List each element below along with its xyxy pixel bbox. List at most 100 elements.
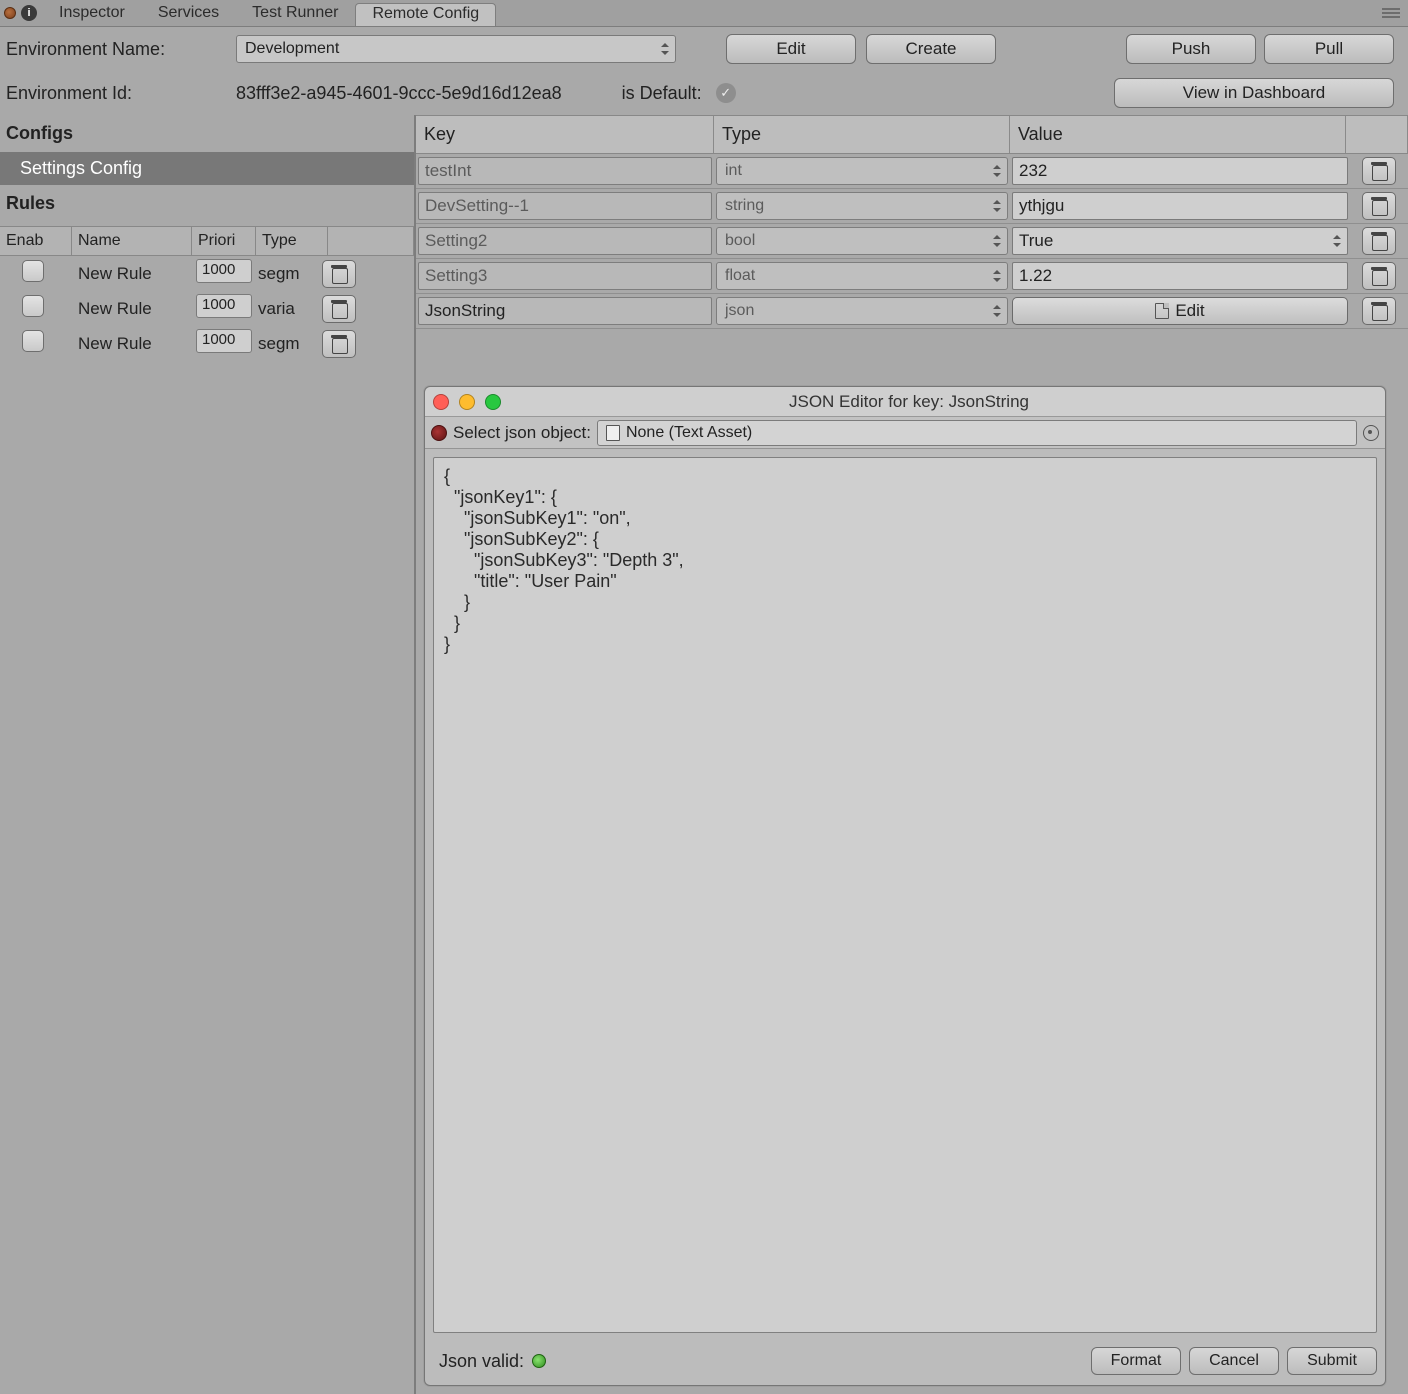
setting-type-dropdown[interactable]: string — [716, 192, 1008, 220]
trash-icon — [331, 335, 347, 353]
setting-value-field[interactable]: ythjgu — [1012, 192, 1348, 220]
push-button[interactable]: Push — [1126, 34, 1256, 64]
rule-name: New Rule — [72, 299, 190, 319]
col-type[interactable]: Type — [714, 116, 1010, 153]
rules-header: Rules — [0, 185, 414, 222]
rule-priority-field[interactable]: 1000 — [196, 259, 252, 283]
rule-row[interactable]: New Rule 1000 varia — [0, 291, 414, 326]
trash-icon — [1371, 162, 1387, 180]
format-button[interactable]: Format — [1091, 1347, 1181, 1375]
col-enab[interactable]: Enab — [0, 227, 72, 255]
text-asset-field[interactable]: None (Text Asset) — [597, 420, 1357, 446]
info-icon: i — [21, 5, 37, 21]
setting-row: Setting2 bool True — [416, 224, 1408, 259]
env-default-label: is Default: — [622, 83, 702, 104]
json-editor-titlebar[interactable]: JSON Editor for key: JsonString — [425, 387, 1385, 417]
text-asset-icon — [606, 425, 620, 441]
setting-type-dropdown[interactable]: int — [716, 157, 1008, 185]
col-value[interactable]: Value — [1010, 116, 1346, 153]
object-picker-icon[interactable] — [1363, 425, 1379, 441]
env-name-label: Environment Name: — [6, 39, 226, 60]
tab-services[interactable]: Services — [142, 1, 236, 25]
trash-icon — [1371, 197, 1387, 215]
rule-enabled-checkbox[interactable] — [22, 330, 44, 352]
col-name[interactable]: Name — [72, 227, 192, 255]
setting-delete-button[interactable] — [1362, 262, 1396, 290]
tab-remote-config[interactable]: Remote Config — [355, 3, 496, 26]
tab-test-runner[interactable]: Test Runner — [236, 1, 355, 25]
setting-type-dropdown[interactable]: float — [716, 262, 1008, 290]
trash-icon — [1371, 302, 1387, 320]
configs-header: Configs — [0, 115, 414, 152]
trash-icon — [331, 300, 347, 318]
setting-delete-button[interactable] — [1362, 227, 1396, 255]
rule-name: New Rule — [72, 264, 190, 284]
cancel-button[interactable]: Cancel — [1189, 1347, 1279, 1375]
json-textarea[interactable]: { "jsonKey1": { "jsonSubKey1": "on", "js… — [433, 457, 1377, 1333]
setting-delete-button[interactable] — [1362, 297, 1396, 325]
panel-menu-icon[interactable] — [1382, 8, 1400, 18]
setting-edit-json-button[interactable]: Edit — [1012, 297, 1348, 325]
rule-type: segm — [252, 334, 316, 354]
setting-key-field[interactable]: JsonString — [418, 297, 712, 325]
setting-value-field[interactable]: 232 — [1012, 157, 1348, 185]
rule-delete-button[interactable] — [322, 260, 356, 288]
rule-delete-button[interactable] — [322, 330, 356, 358]
setting-type-dropdown[interactable]: bool — [716, 227, 1008, 255]
setting-key-field[interactable]: testInt — [418, 157, 712, 185]
setting-key-field[interactable]: DevSetting--1 — [418, 192, 712, 220]
col-type[interactable]: Type — [256, 227, 328, 255]
tab-status-dot — [4, 7, 16, 19]
json-editor-window: JSON Editor for key: JsonString Select j… — [424, 386, 1386, 1386]
settings-head: Key Type Value — [416, 115, 1408, 154]
setting-key-field[interactable]: Setting3 — [418, 262, 712, 290]
rule-type: varia — [252, 299, 316, 319]
rule-enabled-checkbox[interactable] — [22, 260, 44, 282]
config-item-settings[interactable]: Settings Config — [0, 152, 414, 185]
rules-head: Enab Name Priori Type — [0, 226, 414, 256]
env-id-value: 83fff3e2-a945-4601-9ccc-5e9d16d12ea8 — [236, 83, 562, 104]
setting-row: JsonString json Edit — [416, 294, 1408, 329]
trash-icon — [331, 265, 347, 283]
env-name-dropdown[interactable]: Development — [236, 35, 676, 63]
create-button[interactable]: Create — [866, 34, 996, 64]
editor-tabstrip: i Inspector Services Test Runner Remote … — [0, 0, 1408, 27]
setting-delete-button[interactable] — [1362, 157, 1396, 185]
col-priority[interactable]: Priori — [192, 227, 256, 255]
setting-edit-json-label: Edit — [1175, 301, 1204, 321]
rule-priority-field[interactable]: 1000 — [196, 294, 252, 318]
setting-row: DevSetting--1 string ythjgu — [416, 189, 1408, 224]
pull-button[interactable]: Pull — [1264, 34, 1394, 64]
document-icon — [1155, 303, 1169, 319]
record-icon — [431, 425, 447, 441]
env-id-label: Environment Id: — [6, 83, 226, 104]
tab-inspector[interactable]: Inspector — [43, 1, 142, 25]
env-name-value: Development — [245, 40, 339, 58]
env-id-row: Environment Id: 83fff3e2-a945-4601-9ccc-… — [0, 71, 1408, 115]
rule-priority-field[interactable]: 1000 — [196, 329, 252, 353]
setting-key-field[interactable]: Setting2 — [418, 227, 712, 255]
rule-type: segm — [252, 264, 316, 284]
setting-type-dropdown[interactable]: json — [716, 297, 1008, 325]
window-zoom-icon[interactable] — [485, 394, 501, 410]
setting-row: testInt int 232 — [416, 154, 1408, 189]
rule-delete-button[interactable] — [322, 295, 356, 323]
setting-delete-button[interactable] — [1362, 192, 1396, 220]
trash-icon — [1371, 232, 1387, 250]
rule-row[interactable]: New Rule 1000 segm — [0, 256, 414, 291]
check-icon: ✓ — [716, 83, 736, 103]
json-valid-label: Json valid: — [439, 1351, 524, 1372]
col-key[interactable]: Key — [416, 116, 714, 153]
edit-button[interactable]: Edit — [726, 34, 856, 64]
rule-enabled-checkbox[interactable] — [22, 295, 44, 317]
view-dashboard-button[interactable]: View in Dashboard — [1114, 78, 1394, 108]
select-json-label: Select json object: — [453, 423, 591, 443]
trash-icon — [1371, 267, 1387, 285]
window-minimize-icon[interactable] — [459, 394, 475, 410]
setting-value-field[interactable]: 1.22 — [1012, 262, 1348, 290]
setting-row: Setting3 float 1.22 — [416, 259, 1408, 294]
setting-value-dropdown[interactable]: True — [1012, 227, 1348, 255]
rule-row[interactable]: New Rule 1000 segm — [0, 326, 414, 361]
submit-button[interactable]: Submit — [1287, 1347, 1377, 1375]
window-close-icon[interactable] — [433, 394, 449, 410]
